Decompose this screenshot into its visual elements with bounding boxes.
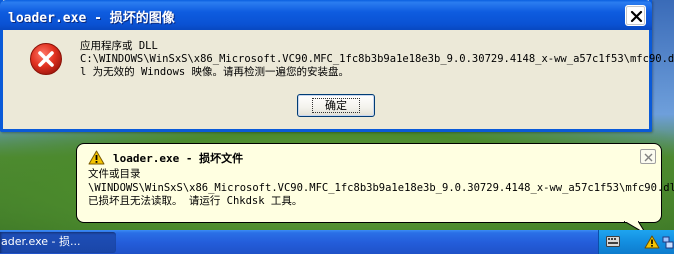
message-line: C:\WINDOWS\WinSxS\x86_Microsoft.VC90.MFC… xyxy=(80,53,674,65)
balloon-notification[interactable]: loader.exe - 损坏文件 文件或目录 \WINDOWS\WinSxS\… xyxy=(76,143,674,223)
message-line: 应用程序或 DLL xyxy=(80,40,158,52)
balloon-line: 文件或目录 xyxy=(88,168,141,180)
error-dialog: loader.exe - 损坏的图像 应用程序或 DLL C:\WINDOWS\… xyxy=(0,0,674,132)
warning-icon xyxy=(88,150,105,165)
balloon-close-button[interactable] xyxy=(640,149,656,164)
ok-button-label: 确定 xyxy=(312,98,360,113)
taskbar: ader.exe - 损... xyxy=(0,230,674,254)
close-icon xyxy=(630,10,643,23)
balloon-line: \WINDOWS\WinSxS\x86_Microsoft.VC90.MFC_1… xyxy=(88,181,674,194)
dialog-close-button[interactable] xyxy=(625,5,646,26)
system-tray xyxy=(598,230,674,254)
dialog-message: 应用程序或 DLL C:\WINDOWS\WinSxS\x86_Microsof… xyxy=(80,40,674,79)
balloon-message: 文件或目录 \WINDOWS\WinSxS\x86_Microsoft.VC90… xyxy=(88,168,674,209)
dialog-title: loader.exe - 损坏的图像 xyxy=(8,11,175,26)
message-line: l 为无效的 Windows 映像。请再检测一遍您的安装盘。 xyxy=(80,66,350,78)
warning-icon[interactable] xyxy=(644,235,660,249)
error-icon xyxy=(30,43,62,75)
keyboard-icon[interactable] xyxy=(606,236,620,247)
close-icon xyxy=(644,153,653,162)
ok-button[interactable]: 确定 xyxy=(297,94,375,117)
balloon-title: loader.exe - 损坏文件 xyxy=(113,152,244,165)
taskbar-task-button[interactable]: ader.exe - 损... xyxy=(0,232,116,253)
balloon-line: 已损坏且无法读取。 请运行 Chkdsk 工具。 xyxy=(88,195,303,207)
network-icon[interactable] xyxy=(662,235,674,249)
dialog-titlebar[interactable]: loader.exe - 损坏的图像 xyxy=(0,0,652,30)
